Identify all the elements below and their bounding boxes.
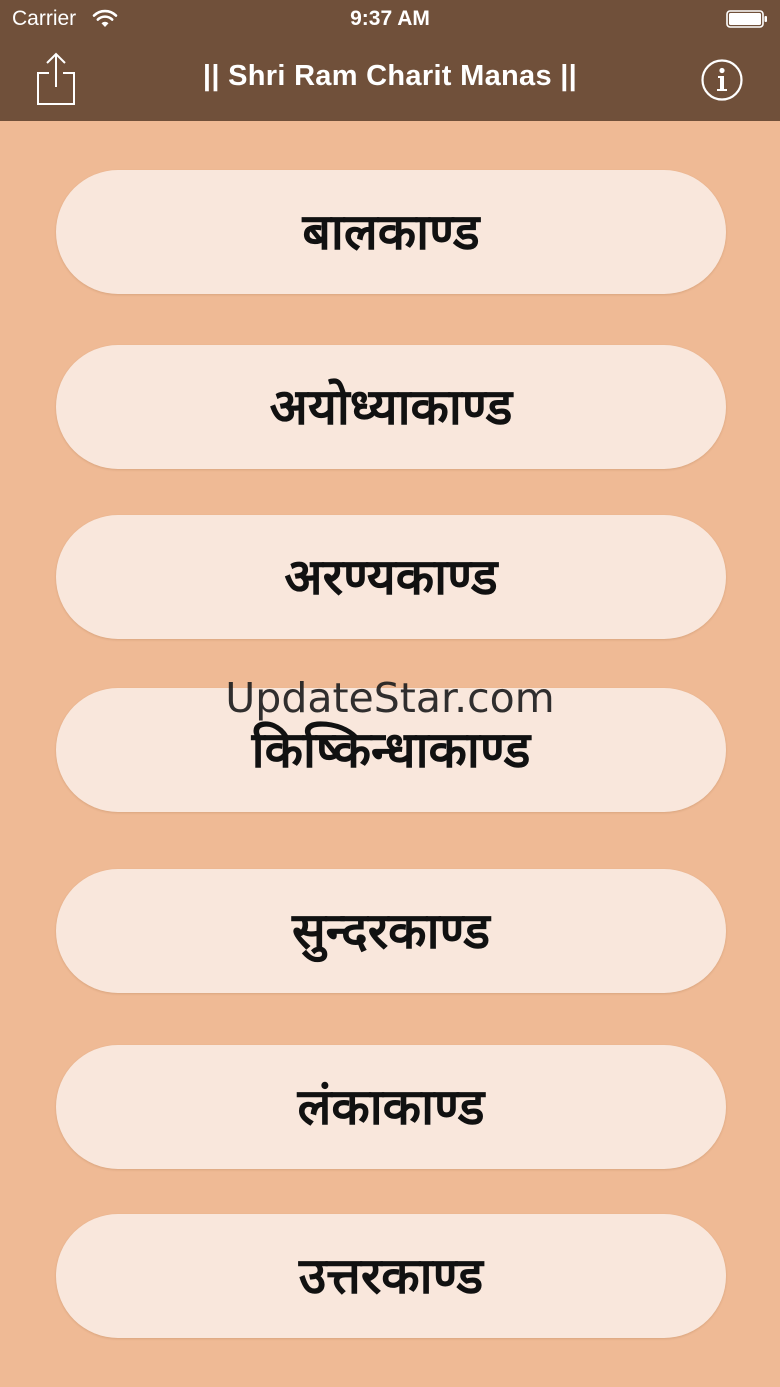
kand-button-uttar[interactable]: उत्तरकाण्ड [56,1214,726,1338]
kand-button-sundar[interactable]: सुन्दरकाण्ड [56,869,726,993]
kand-label: लंकाकाण्ड [297,1077,485,1136]
kand-button-kishkindha[interactable]: किष्किन्धाकाण्ड [56,688,726,812]
kand-button-aranya[interactable]: अरण्यकाण्ड [56,515,726,639]
kand-button-ayodhya[interactable]: अयोध्याकाण्ड [56,345,726,469]
kand-label: किष्किन्धाकाण्ड [251,720,531,779]
share-icon [34,52,78,111]
navigation-bar: || Shri Ram Charit Manas || [0,40,780,121]
info-icon [700,59,744,106]
status-bar: Carrier 9:37 AM [0,0,780,40]
kand-button-bal[interactable]: बालकाण्ड [56,170,726,294]
kand-button-lanka[interactable]: लंकाकाण्ड [56,1045,726,1169]
battery-icon [726,10,768,28]
info-button[interactable] [700,58,744,102]
kand-label: सुन्दरकाण्ड [291,901,491,960]
kand-label: बालकाण्ड [302,202,480,261]
status-time: 9:37 AM [350,7,430,30]
kand-label: अयोध्याकाण्ड [269,377,513,436]
kand-label: अरण्यकाण्ड [284,547,498,606]
page-title: || Shri Ram Charit Manas || [202,60,578,92]
kand-label: उत्तरकाण्ड [298,1246,484,1305]
